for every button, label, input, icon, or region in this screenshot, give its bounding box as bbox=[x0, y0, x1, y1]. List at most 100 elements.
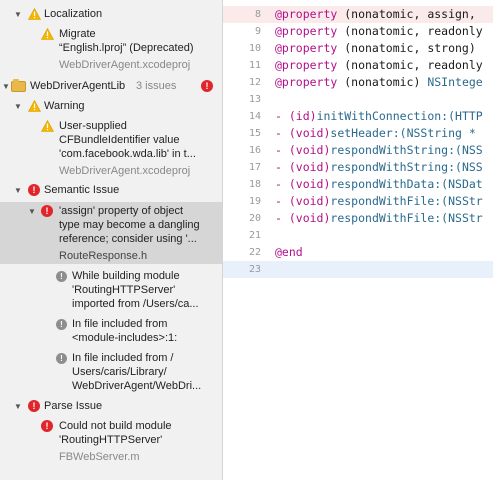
code-keyword: - bbox=[275, 126, 289, 140]
line-number: 21 bbox=[248, 230, 261, 241]
error-icon: ! bbox=[41, 420, 53, 432]
issue-message-line: User-supplied bbox=[59, 120, 127, 132]
code-line[interactable]: 23 bbox=[223, 261, 493, 278]
error-icon: ! bbox=[28, 400, 40, 412]
code-keyword: @end bbox=[275, 245, 303, 259]
error-icon: ! bbox=[28, 184, 40, 196]
line-number: 8 bbox=[254, 9, 261, 20]
code-text: - (void)respondWithData:(NSDat bbox=[275, 176, 483, 193]
code-rest: (void) bbox=[288, 143, 331, 157]
code-keyword: @property bbox=[275, 7, 338, 21]
semantic-group-label: Semantic Issue bbox=[44, 184, 120, 196]
line-number: 12 bbox=[248, 77, 261, 88]
line-number: 9 bbox=[254, 26, 261, 37]
code-identifier: respondWithData:(NSDat bbox=[330, 177, 483, 191]
code-rest: (void) bbox=[288, 211, 331, 225]
note-message-line: In file included from bbox=[72, 318, 168, 330]
note-item[interactable]: ! While building module 'RoutingHTTPServ… bbox=[0, 270, 222, 314]
code-keyword: - bbox=[275, 143, 289, 157]
note-icon: ! bbox=[56, 353, 67, 364]
issue-file-name: WebDriverAgent.xcodeproj bbox=[59, 59, 191, 71]
localization-group-label: Localization bbox=[44, 8, 103, 20]
line-number: 19 bbox=[248, 196, 261, 207]
code-line[interactable]: 14 - (id)initWithConnection:(HTTP bbox=[223, 108, 493, 125]
project-name: WebDriverAgentLib bbox=[30, 80, 126, 92]
note-message-line: WebDriverAgent/WebDri... bbox=[72, 380, 202, 392]
code-line[interactable]: 10 @property (nonatomic, strong) bbox=[223, 40, 493, 57]
code-rest: (id) bbox=[288, 109, 317, 123]
disclosure-triangle-icon[interactable]: ▼ bbox=[28, 205, 36, 218]
code-rest: (nonatomic, strong) bbox=[337, 41, 476, 55]
note-message-line: In file included from / bbox=[72, 352, 174, 364]
disclosure-triangle-icon[interactable]: ▼ bbox=[14, 100, 22, 113]
issue-message-line: type may become a dangling bbox=[59, 219, 200, 231]
code-line[interactable]: 22 @end bbox=[223, 244, 493, 261]
disclosure-triangle-icon[interactable]: ▼ bbox=[2, 80, 10, 93]
source-editor[interactable]: 8 @property (nonatomic, assign, 9 @property… bbox=[223, 0, 493, 480]
code-identifier: initWithConnection:(HTTP bbox=[316, 109, 483, 123]
code-text: @property (nonatomic, assign, bbox=[275, 6, 476, 23]
issue-navigator: ▼ Localization Migrate “English.lproj” (… bbox=[0, 0, 223, 480]
note-item[interactable]: ! In file included from <module-includes… bbox=[0, 318, 222, 348]
note-message-line: While building module bbox=[72, 270, 180, 282]
code-keyword: - bbox=[275, 211, 289, 225]
code-rest: (void) bbox=[288, 194, 331, 208]
code-text: - (void)respondWithString:(NSS bbox=[275, 142, 483, 159]
note-item[interactable]: ! In file included from / Users/caris/Li… bbox=[0, 352, 222, 396]
code-identifier: respondWithFile:(NSStr bbox=[330, 194, 483, 208]
issue-message-line: “English.lproj” (Deprecated) bbox=[59, 42, 194, 54]
code-line[interactable]: 18 - (void)respondWithData:(NSDat bbox=[223, 176, 493, 193]
note-message-line: imported from /Users/ca... bbox=[72, 298, 199, 310]
disclosure-triangle-icon[interactable]: ▼ bbox=[14, 400, 22, 413]
line-number: 11 bbox=[248, 60, 261, 71]
issue-message-line: CFBundleIdentifier value bbox=[59, 134, 180, 146]
code-line[interactable]: 16 - (void)respondWithString:(NSS bbox=[223, 142, 493, 159]
code-line[interactable]: 8 @property (nonatomic, assign, bbox=[223, 6, 493, 23]
project-folder-icon bbox=[11, 79, 26, 92]
line-number: 20 bbox=[248, 213, 261, 224]
code-rest: (void) bbox=[288, 126, 331, 140]
warning-icon bbox=[28, 100, 41, 112]
code-line[interactable]: 17 - (void)respondWithString:(NSS bbox=[223, 159, 493, 176]
line-number: 18 bbox=[248, 179, 261, 190]
code-identifier: setHeader:(NSString * bbox=[330, 126, 476, 140]
code-identifier: respondWithFile:(NSStr bbox=[330, 211, 483, 225]
code-text: - (void)respondWithString:(NSS bbox=[275, 159, 483, 176]
code-keyword: - bbox=[275, 177, 289, 191]
parse-issue-item[interactable]: ! Could not build module 'RoutingHTTPSer… bbox=[0, 420, 222, 466]
line-number: 14 bbox=[248, 111, 261, 122]
line-number: 15 bbox=[248, 128, 261, 139]
parse-group-label: Parse Issue bbox=[44, 400, 103, 412]
project-issue-count: 3 issues bbox=[136, 80, 177, 92]
code-line[interactable]: 13 bbox=[223, 91, 493, 108]
code-line[interactable]: 15 - (void)setHeader:(NSString * bbox=[223, 125, 493, 142]
code-text: - (void)respondWithFile:(NSStr bbox=[275, 193, 483, 210]
code-line[interactable]: 11 @property (nonatomic, readonly bbox=[223, 57, 493, 74]
code-text: - (id)initWithConnection:(HTTP bbox=[275, 108, 483, 125]
code-keyword: @property bbox=[275, 24, 338, 38]
disclosure-triangle-icon[interactable]: ▼ bbox=[14, 8, 22, 21]
line-number: 16 bbox=[248, 145, 261, 156]
code-line[interactable]: 12 @property (nonatomic) NSIntege bbox=[223, 74, 493, 91]
warning-issue-item[interactable]: User-supplied CFBundleIdentifier value '… bbox=[0, 120, 222, 180]
semantic-issue-item[interactable]: ▼ ! 'assign' property of object type may… bbox=[0, 205, 222, 265]
code-keyword: - bbox=[275, 160, 289, 174]
code-rest: (nonatomic, assign, bbox=[337, 7, 476, 21]
code-keyword: @property bbox=[275, 75, 338, 89]
code-text: @property (nonatomic, strong) bbox=[275, 40, 476, 57]
code-rest: (nonatomic) bbox=[337, 75, 428, 89]
warning-icon bbox=[41, 120, 54, 132]
code-line[interactable]: 21 bbox=[223, 227, 493, 244]
issue-message-line: Migrate bbox=[59, 28, 96, 40]
code-line[interactable]: 20 - (void)respondWithFile:(NSStr bbox=[223, 210, 493, 227]
code-rest: (nonatomic, readonly bbox=[337, 24, 483, 38]
issue-message-line: Could not build module bbox=[59, 420, 172, 432]
localization-issue-item[interactable]: Migrate “English.lproj” (Deprecated) Web… bbox=[0, 28, 222, 74]
disclosure-triangle-icon[interactable]: ▼ bbox=[14, 184, 22, 197]
code-line[interactable]: 19 - (void)respondWithFile:(NSStr bbox=[223, 193, 493, 210]
note-icon: ! bbox=[56, 271, 67, 282]
code-text: @end bbox=[275, 244, 303, 261]
code-line[interactable]: 9 @property (nonatomic, readonly bbox=[223, 23, 493, 40]
code-text: - (void)setHeader:(NSString * bbox=[275, 125, 476, 142]
code-keyword: - bbox=[275, 109, 289, 123]
